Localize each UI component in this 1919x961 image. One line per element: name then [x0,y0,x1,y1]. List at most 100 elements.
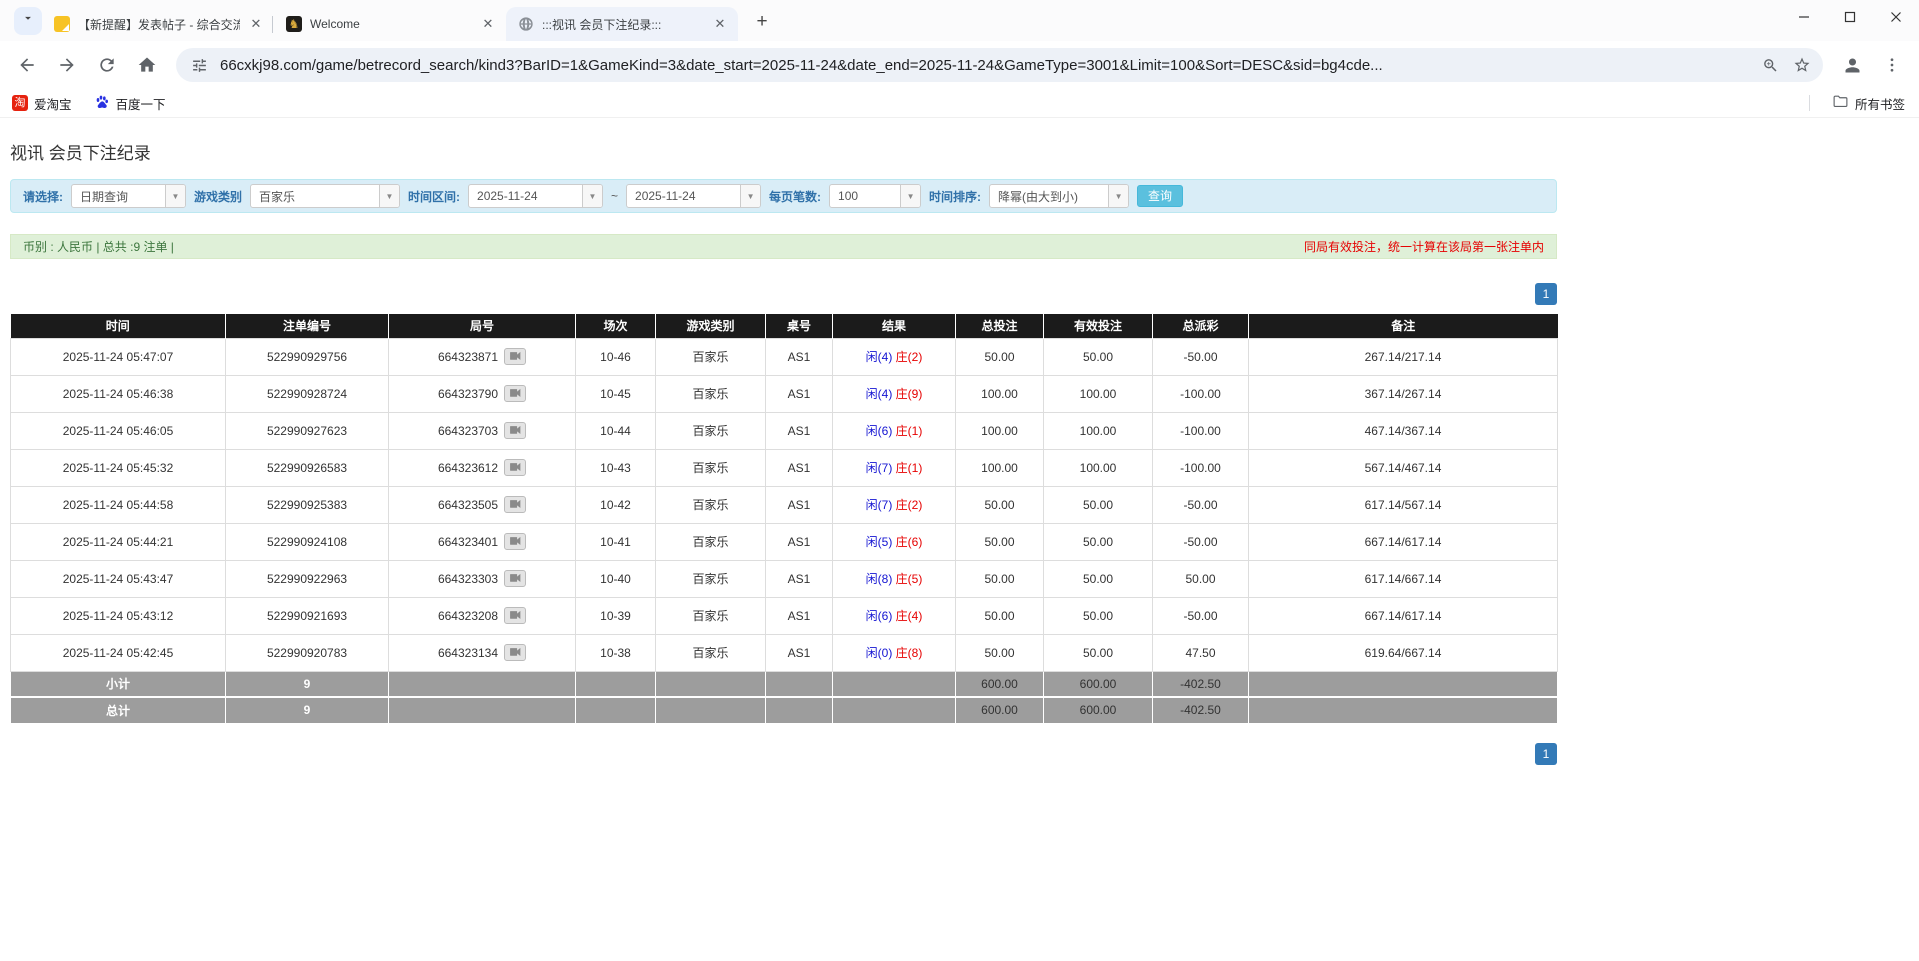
menu-kebab-icon[interactable] [1875,48,1909,82]
tab-title: :::视讯 会员下注纪录::: [542,16,704,33]
cell-valid-bet: 50.00 [1044,486,1153,523]
sort-label: 时间排序: [929,188,981,205]
yellow-doc-icon [54,16,70,32]
home-button[interactable] [130,48,164,82]
tab-forum[interactable]: 【新提醒】发表帖子 - 综合交流 ✕ [42,7,274,41]
banker-result: 庄(5) [896,572,923,586]
bookmark-star-icon[interactable] [1791,54,1813,76]
cell-valid-bet: 50.00 [1044,634,1153,671]
camera-icon [509,536,522,547]
total-total-bet: 600.00 [956,697,1044,723]
video-replay-button[interactable] [504,607,526,624]
cell-time: 2025-11-24 05:43:47 [11,560,226,597]
video-replay-button[interactable] [504,348,526,365]
per-page-select[interactable]: 100 ▼ [829,184,921,208]
tab-title: 【新提醒】发表帖子 - 综合交流 [78,16,240,33]
query-button[interactable]: 查询 [1137,185,1183,207]
video-replay-button[interactable] [504,644,526,661]
camera-icon [509,647,522,658]
video-replay-button[interactable] [504,533,526,550]
url-bar[interactable]: 66cxkj98.com/game/betrecord_search/kind3… [176,48,1823,82]
total-label: 总计 [11,697,226,723]
url-text[interactable]: 66cxkj98.com/game/betrecord_search/kind3… [220,57,1749,74]
cell-total-bet-link[interactable]: 100.00 [956,412,1044,449]
select-type-label: 请选择: [23,188,63,205]
cell-total-bet-link[interactable]: 50.00 [956,338,1044,375]
cell-round: 664323505 [389,486,576,523]
cell-remark: 667.14/617.14 [1249,597,1558,634]
tilde-separator: ~ [611,189,618,203]
reload-button[interactable] [90,48,124,82]
video-replay-button[interactable] [504,570,526,587]
video-replay-button[interactable] [504,385,526,402]
cell-game-type: 百家乐 [656,523,766,560]
new-tab-button[interactable]: + [748,9,776,37]
banker-result: 庄(6) [896,535,923,549]
video-replay-button[interactable] [504,459,526,476]
maximize-button[interactable] [1827,0,1873,34]
zoom-icon[interactable] [1759,54,1781,76]
minimize-button[interactable] [1781,0,1827,34]
video-replay-button[interactable] [504,496,526,513]
date-end-select[interactable]: 2025-11-24 ▼ [626,184,761,208]
video-replay-button[interactable] [504,422,526,439]
subtotal-payout: -402.50 [1153,671,1249,697]
camera-icon [509,388,522,399]
col-bet-id: 注单编号 [226,314,389,338]
profile-avatar[interactable] [1835,48,1869,82]
game-type-select[interactable]: 百家乐 ▼ [250,184,400,208]
baidu-paw-icon [94,94,110,113]
page-1-button[interactable]: 1 [1535,283,1557,305]
camera-icon [509,462,522,473]
cell-session: 10-41 [576,523,656,560]
tab-bet-records[interactable]: :::视讯 会员下注纪录::: ✕ [506,7,738,41]
player-result: 闲(7) [866,498,893,512]
cell-total-bet-link[interactable]: 50.00 [956,523,1044,560]
table-row: 2025-11-24 05:44:58 522990925383 6643235… [11,486,1558,523]
camera-icon [509,425,522,436]
tab-welcome[interactable]: ♞ Welcome ✕ [274,7,506,41]
page-1-button[interactable]: 1 [1535,743,1557,765]
cell-total-bet-link[interactable]: 50.00 [956,560,1044,597]
tab-search-button[interactable] [14,7,42,35]
cell-total-bet-link[interactable]: 100.00 [956,449,1044,486]
bookmark-baidu[interactable]: 百度一下 [94,94,166,113]
cell-payout: -100.00 [1153,375,1249,412]
sort-select[interactable]: 降幂(由大到小) ▼ [989,184,1129,208]
banker-result: 庄(8) [896,646,923,660]
chevron-down-icon: ▼ [165,185,185,207]
banker-result: 庄(9) [896,387,923,401]
close-icon[interactable]: ✕ [248,16,264,32]
camera-icon [509,610,522,621]
site-settings-icon[interactable] [188,54,210,76]
cell-total-bet-link[interactable]: 100.00 [956,375,1044,412]
all-bookmarks-button[interactable]: 所有书签 [1832,93,1905,113]
cell-total-bet-link[interactable]: 50.00 [956,634,1044,671]
cell-game-type: 百家乐 [656,412,766,449]
summary-bar: 币别 : 人民币 | 总共 :9 注单 | 同局有效投注，统一计算在该局第一张注… [10,234,1557,259]
bookmark-taobao[interactable]: 淘 爱淘宝 [12,94,72,113]
camera-icon [509,351,522,362]
cell-result: 闲(4) 庄(2) [833,338,956,375]
query-type-select[interactable]: 日期查询 ▼ [71,184,186,208]
cell-total-bet-link[interactable]: 50.00 [956,597,1044,634]
forward-button[interactable] [50,48,84,82]
close-icon[interactable]: ✕ [712,16,728,32]
cell-result: 闲(0) 庄(8) [833,634,956,671]
table-row: 2025-11-24 05:47:07 522990929756 6643238… [11,338,1558,375]
subtotal-count: 9 [226,671,389,697]
close-window-button[interactable] [1873,0,1919,34]
cell-game-type: 百家乐 [656,449,766,486]
back-button[interactable] [10,48,44,82]
total-valid-bet: 600.00 [1044,697,1153,723]
folder-icon [1832,93,1849,113]
date-start-select[interactable]: 2025-11-24 ▼ [468,184,603,208]
player-result: 闲(4) [866,350,893,364]
close-icon[interactable]: ✕ [480,16,496,32]
cell-payout: 47.50 [1153,634,1249,671]
banker-result: 庄(2) [896,498,923,512]
chevron-down-icon: ▼ [1108,185,1128,207]
cell-total-bet-link[interactable]: 50.00 [956,486,1044,523]
cell-table: AS1 [766,412,833,449]
player-result: 闲(4) [866,387,893,401]
